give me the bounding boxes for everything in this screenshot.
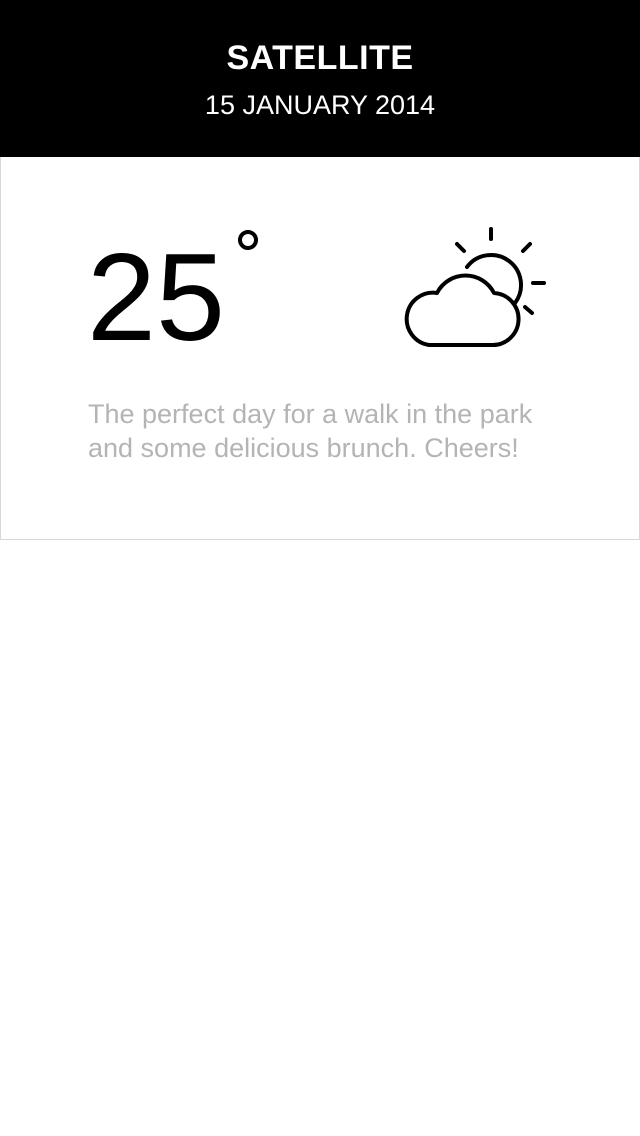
degree-icon: [238, 230, 258, 250]
app-title: SATELLITE: [226, 39, 414, 77]
description-line-1: The perfect day for a walk in the park: [88, 399, 533, 429]
weather-card[interactable]: 25 The perfect day for a walk in the par…: [0, 157, 640, 540]
weather-description: The perfect day for a walk in the park a…: [88, 397, 588, 465]
partly-cloudy-icon: [404, 227, 546, 348]
current-date: 15 JANUARY 2014: [204, 90, 436, 120]
app-header: SATELLITE 15 JANUARY 2014: [0, 0, 640, 157]
temperature-value: 25: [87, 229, 225, 367]
description-line-2: and some delicious brunch. Cheers!: [88, 433, 519, 463]
